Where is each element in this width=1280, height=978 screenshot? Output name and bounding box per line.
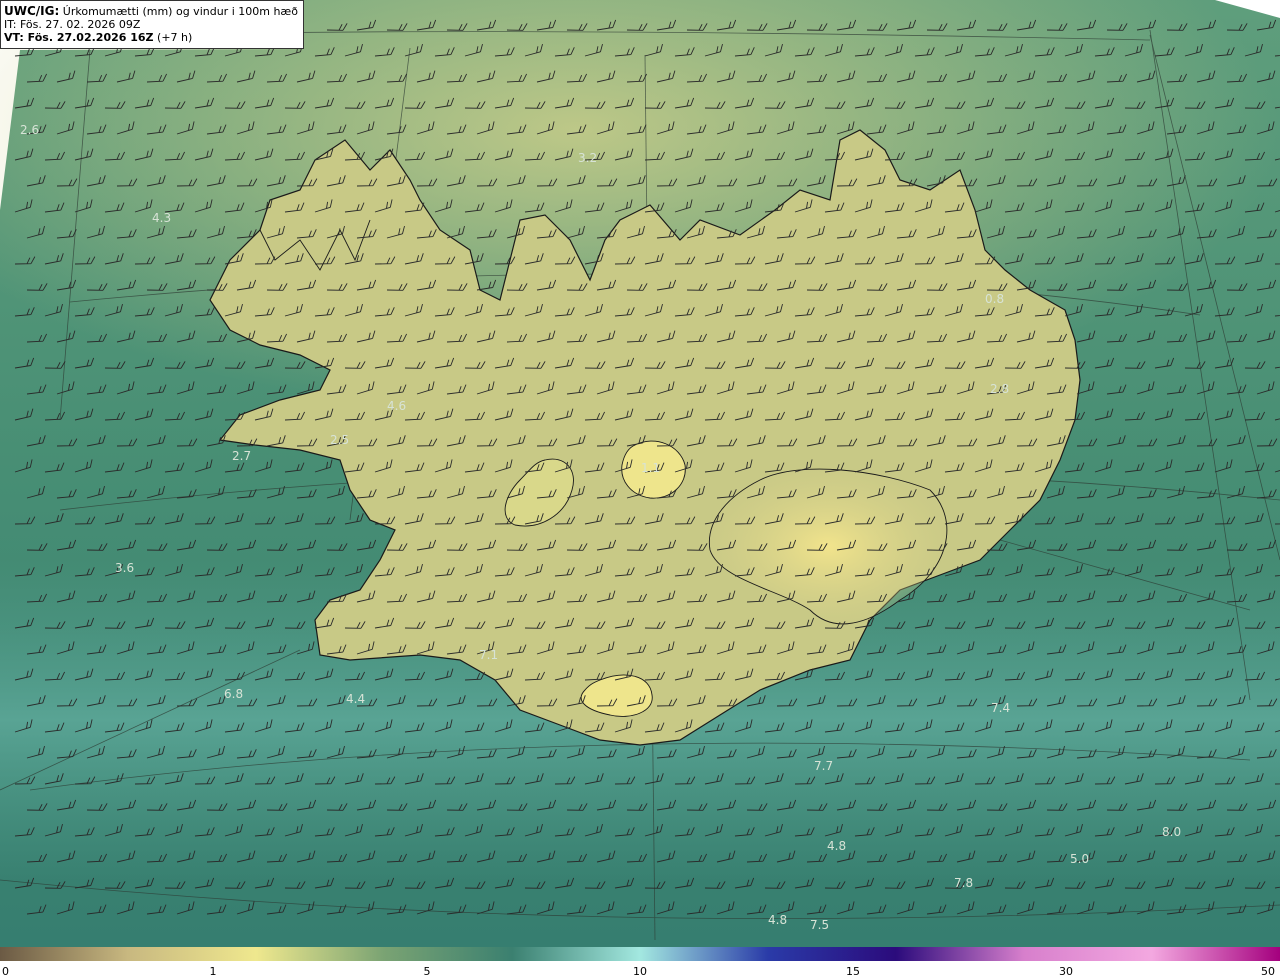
colorbar-tick: 0 xyxy=(2,965,9,978)
init-time: IT: Fös. 27. 02. 2026 09Z xyxy=(4,18,141,31)
valid-time-line: VT: Fös. 27.02.2026 16Z (+7 h) xyxy=(4,31,300,44)
value-label: 4.6 xyxy=(387,399,406,413)
value-label: 7.7 xyxy=(814,759,833,773)
colorbar-tick: 30 xyxy=(1059,965,1073,978)
forecast-offset: (+7 h) xyxy=(157,31,193,44)
colorbar-tick: 1 xyxy=(209,965,217,978)
value-label: 8.0 xyxy=(1162,825,1181,839)
valid-time: VT: Fös. 27.02.2026 16Z xyxy=(4,31,154,44)
value-label: 7.8 xyxy=(954,876,973,890)
colorbar-tick: 5 xyxy=(423,965,431,978)
colorbar-tick: 50 xyxy=(1261,965,1275,978)
value-label: 7.1 xyxy=(479,648,498,662)
value-label: 2.6 xyxy=(20,123,39,137)
value-label: 5.0 xyxy=(1070,852,1089,866)
colorbar-tick: 15 xyxy=(846,965,860,978)
value-label: 2.8 xyxy=(990,382,1009,396)
map-title: Úrkomumætti (mm) og vindur i 100m hæð xyxy=(62,5,298,18)
value-label: 4.8 xyxy=(768,913,787,927)
value-label: 2.5 xyxy=(330,433,349,447)
map-info-box: UWC/IG: Úrkomumætti (mm) og vindur i 100… xyxy=(0,0,304,49)
colorbar: 0 1 5 10 15 30 50 xyxy=(0,947,1280,978)
value-label: 7.5 xyxy=(810,918,829,932)
value-label: 3.6 xyxy=(115,561,134,575)
model-label: UWC/IG: xyxy=(4,4,60,18)
title-line: UWC/IG: Úrkomumætti (mm) og vindur i 100… xyxy=(4,4,300,19)
value-label: 4.4 xyxy=(346,692,365,706)
colorbar-gradient xyxy=(0,947,1280,961)
value-label: 4.8 xyxy=(827,839,846,853)
precipitation-map: 2.6 4.3 3.2 4.6 2.5 2.7 1.1 0.8 2.8 3.6 7.1 6.8 4.4 7… xyxy=(0,0,1280,947)
value-label: 4.3 xyxy=(152,211,171,225)
colorbar-tick: 10 xyxy=(633,965,647,978)
value-label: 6.8 xyxy=(224,687,243,701)
value-label: 0.8 xyxy=(985,292,1004,306)
value-label: 3.2 xyxy=(578,151,597,165)
value-label: 7.4 xyxy=(991,701,1010,715)
value-label: 2.7 xyxy=(232,449,251,463)
value-label: 1.1 xyxy=(641,461,660,475)
